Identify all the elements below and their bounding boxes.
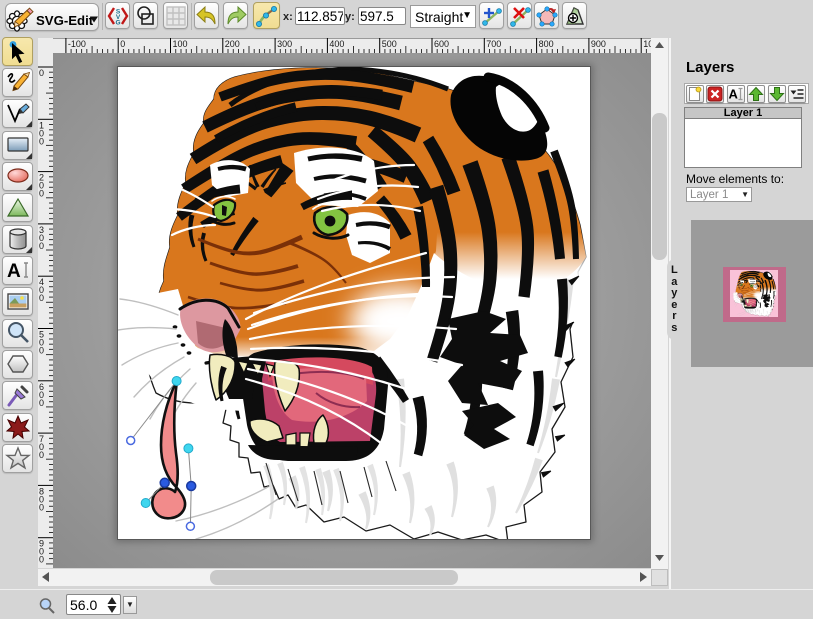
svg-text:1000: 1000: [643, 39, 651, 49]
svg-text:0: 0: [39, 241, 44, 251]
svg-text:0: 0: [39, 555, 44, 565]
svg-text:0: 0: [39, 450, 44, 460]
svg-text:0: 0: [39, 502, 44, 512]
svg-text:SVG-Edit: SVG-Edit: [36, 13, 94, 28]
svg-text:100: 100: [173, 39, 188, 49]
svg-text:200: 200: [225, 39, 240, 49]
svg-text:0: 0: [39, 136, 44, 146]
svg-text:900: 900: [591, 39, 606, 49]
svg-text:800: 800: [539, 39, 554, 49]
svg-text:500: 500: [382, 39, 397, 49]
svg-text:A: A: [7, 261, 21, 282]
svg-text:0: 0: [39, 189, 44, 199]
svg-text:0: 0: [39, 68, 44, 78]
svg-text:0: 0: [120, 39, 125, 49]
svg-text:300: 300: [277, 39, 292, 49]
svg-text:0: 0: [39, 398, 44, 408]
svg-text:-100: -100: [68, 39, 86, 49]
svg-text:G: G: [115, 19, 120, 26]
svg-text:700: 700: [486, 39, 501, 49]
svg-text:600: 600: [434, 39, 449, 49]
svg-text:0: 0: [39, 346, 44, 356]
svg-text:0: 0: [39, 293, 44, 303]
svg-text:A: A: [728, 87, 738, 102]
svg-text:400: 400: [329, 39, 344, 49]
